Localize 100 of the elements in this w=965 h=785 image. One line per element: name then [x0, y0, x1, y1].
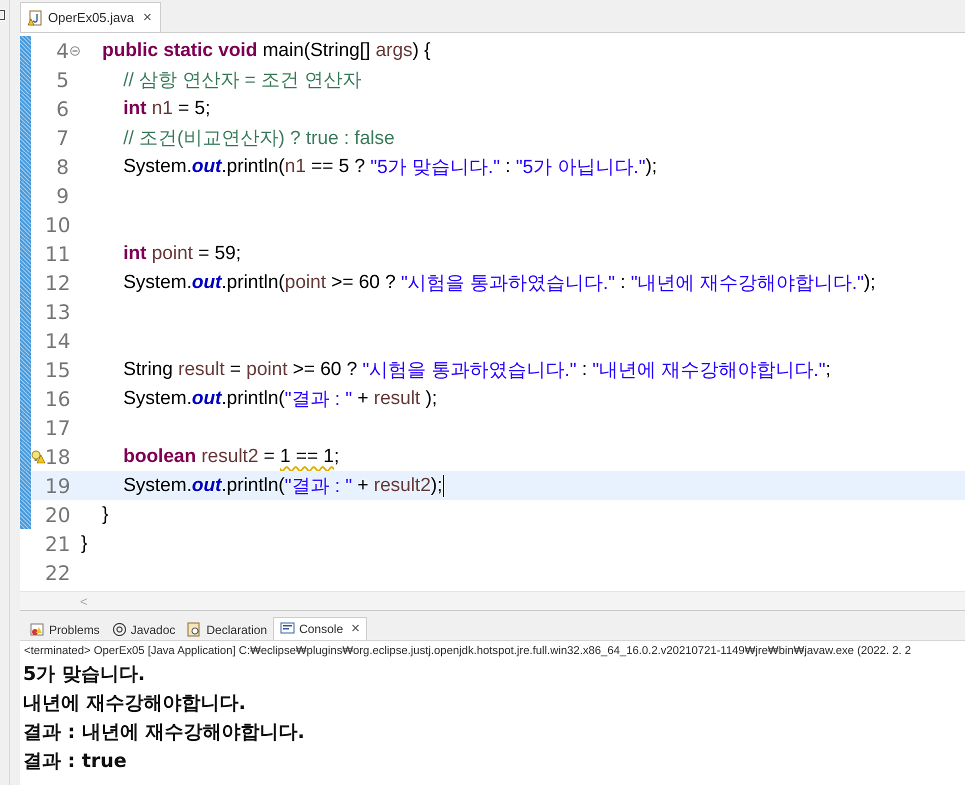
code-token: // 조건(비교연산자) ? true : false	[122, 126, 395, 150]
code-token: }	[81, 532, 88, 554]
line-number: 21	[45, 532, 69, 556]
line-number: 15	[45, 358, 69, 382]
line-number: 22	[45, 560, 69, 584]
code-token: point	[150, 242, 193, 264]
code-token: result	[374, 388, 420, 410]
code-token: :	[504, 156, 512, 178]
text-cursor	[443, 474, 444, 496]
code-token: ;	[825, 358, 831, 380]
console-icon	[280, 621, 296, 636]
code-token: =	[262, 446, 276, 468]
code-token: ) {	[412, 40, 430, 62]
line-number: 10	[45, 212, 69, 236]
code-token: "내년에 재수강해야합니다."	[592, 358, 826, 382]
console-output-line: 5가 맞습니다.	[23, 662, 146, 687]
code-token: result2	[374, 474, 431, 496]
code-token: point	[246, 358, 288, 380]
code-token: "시험을 통과하였습니다."	[400, 272, 616, 296]
code-token: );	[430, 474, 442, 496]
code-token: public static void	[101, 40, 258, 62]
code-token: boolean	[122, 446, 196, 468]
line-number: 9	[55, 184, 69, 208]
line-number: 18	[45, 444, 69, 468]
code-token: result	[178, 358, 225, 380]
code-token: out	[192, 156, 222, 178]
code-token: args	[376, 40, 413, 62]
restore-icon[interactable]	[0, 10, 5, 20]
code-token: +	[356, 474, 370, 496]
code-token: );	[424, 388, 438, 410]
code-token: out	[192, 388, 222, 410]
code-token: +	[356, 388, 370, 410]
code-token: System.	[122, 156, 192, 178]
code-token: String	[122, 358, 174, 380]
code-token: .println(	[221, 388, 285, 410]
swirl-icon	[112, 622, 127, 637]
line-number: 16	[45, 386, 69, 410]
code-token: "시험을 통과하였습니다."	[362, 358, 577, 382]
code-token: out	[192, 272, 222, 294]
line-number: 11	[45, 242, 69, 266]
code-token: point	[284, 272, 326, 294]
code-token: =	[228, 358, 242, 380]
code-token: .println(	[221, 474, 285, 496]
console-output-line: 결과 : true	[23, 749, 128, 774]
line-number: 8	[55, 154, 69, 178]
line-number: 12	[45, 270, 69, 294]
code-token: .println(	[221, 156, 285, 178]
code-token: );	[864, 272, 876, 294]
line-number: 7	[55, 126, 69, 150]
line-number: 6	[55, 96, 69, 120]
code-token: "결과 : "	[284, 388, 352, 412]
line-number: 17	[45, 416, 69, 440]
java-file-icon	[27, 10, 43, 26]
panel-tab[interactable]: Problems	[24, 620, 106, 640]
line-number: 19	[45, 474, 69, 498]
console-output-line: 내년에 재수강해야합니다.	[23, 691, 247, 716]
code-token: = 5;	[177, 98, 210, 120]
code-token: "5가 아닙니다."	[516, 156, 646, 180]
code-token: .println(	[221, 272, 285, 294]
code-token: int	[122, 242, 146, 264]
line-number: 14	[45, 328, 69, 352]
code-token: out	[192, 474, 222, 496]
code-token: n1	[150, 98, 173, 120]
code-token: "내년에 재수강해야합니다."	[630, 272, 864, 296]
code-token: ;	[334, 446, 340, 468]
problems-icon	[30, 622, 45, 637]
line-number: 20	[45, 502, 69, 526]
code-token: );	[645, 156, 658, 178]
collapse-icon	[70, 46, 80, 56]
code-token: result2	[200, 446, 258, 468]
code-token: n1	[284, 156, 306, 178]
line-number: 4	[55, 38, 69, 62]
code-token: }	[101, 504, 108, 526]
panel-tab[interactable]: Console ×	[273, 617, 367, 640]
code-token: "결과 : "	[284, 474, 352, 498]
code-token: System.	[122, 474, 192, 496]
panel-tab[interactable]: Javadoc	[106, 620, 182, 640]
warning-bulb-icon	[31, 450, 45, 464]
code-token: >= 60 ?	[330, 272, 397, 294]
code-token: // 삼항 연산자 = 조건 연산자	[122, 68, 362, 92]
console-header: <terminated> OperEx05 [Java Application] C:₩eclipse₩plugins₩org.eclipse.justj.openjdk.hotspot.jre.full.win32.x86_64_16.0.2.v20210721-1149₩jre₩bin₩javaw.exe (2022. 2. 2	[20, 640, 965, 660]
code-token: int	[122, 98, 146, 120]
code-token: System.	[122, 388, 192, 410]
code-token: main(String[]	[262, 40, 372, 62]
code-token: == 5 ?	[310, 156, 366, 178]
code-token: "5가 맞습니다."	[370, 156, 500, 180]
panel-tab[interactable]: Declaration	[181, 620, 274, 640]
close-icon[interactable]: ×	[351, 620, 360, 637]
code-token: :	[619, 272, 627, 294]
code-token: >= 60 ?	[292, 358, 358, 380]
close-icon[interactable]: ×	[143, 9, 152, 26]
console-output-line: 결과 : 내년에 재수강해야합니다.	[23, 720, 306, 745]
line-number: 13	[45, 300, 69, 324]
declaration-icon	[187, 622, 202, 637]
line-number: 5	[55, 68, 69, 92]
code-token: System.	[122, 272, 192, 294]
editor-tab[interactable]: OperEx05.java ×	[20, 2, 161, 32]
code-token: 1 == 1	[280, 446, 334, 468]
code-token: = 59;	[197, 242, 242, 264]
code-token: :	[580, 358, 588, 380]
